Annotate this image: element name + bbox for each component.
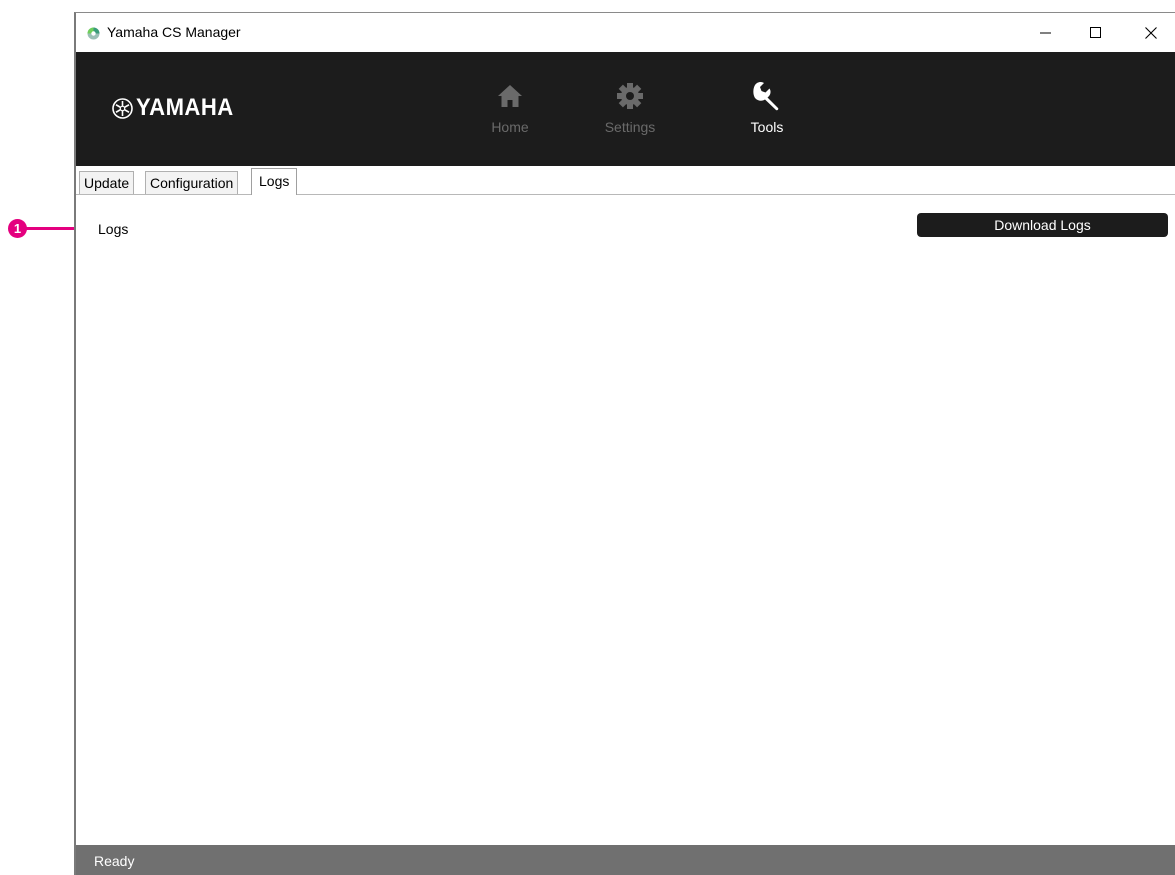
nav-settings-label: Settings [604,119,656,135]
nav-tools-label: Tools [750,119,784,135]
home-icon [498,85,522,107]
status-bar: Ready [76,845,1175,875]
maximize-button[interactable] [1072,13,1118,52]
minimize-button[interactable] [1022,13,1068,52]
status-text: Ready [94,853,135,869]
nav-settings[interactable]: Settings [595,79,665,135]
title-bar: Yamaha CS Manager [76,13,1175,52]
logo-text: YAMAHA [136,94,234,121]
tab-bar: Update Configuration Logs [76,166,1175,195]
nav-home-label: Home [491,119,529,135]
minimize-icon [1039,32,1051,34]
app-window: Yamaha CS Manager YAMAHA Home Settings T… [74,12,1175,875]
app-header: YAMAHA Home Settings Tools [76,52,1175,166]
window-title: Yamaha CS Manager [107,24,241,40]
gear-icon [617,83,643,109]
nav-tools[interactable]: Tools [732,79,802,135]
nav-home[interactable]: Home [475,79,545,135]
logs-section-label: Logs [98,221,129,237]
download-logs-button[interactable]: Download Logs [917,213,1168,237]
wrench-icon [753,81,779,111]
close-button[interactable] [1128,13,1174,52]
tab-update[interactable]: Update [79,171,135,194]
yamaha-logo: YAMAHA [112,94,242,122]
tab-logs[interactable]: Logs [251,168,298,195]
close-icon [1145,26,1157,39]
tab-configuration[interactable]: Configuration [145,171,239,194]
tuning-fork-logo-icon [112,97,133,119]
app-icon [87,27,100,40]
maximize-icon [1089,27,1101,38]
callout-number: 1 [8,219,27,238]
